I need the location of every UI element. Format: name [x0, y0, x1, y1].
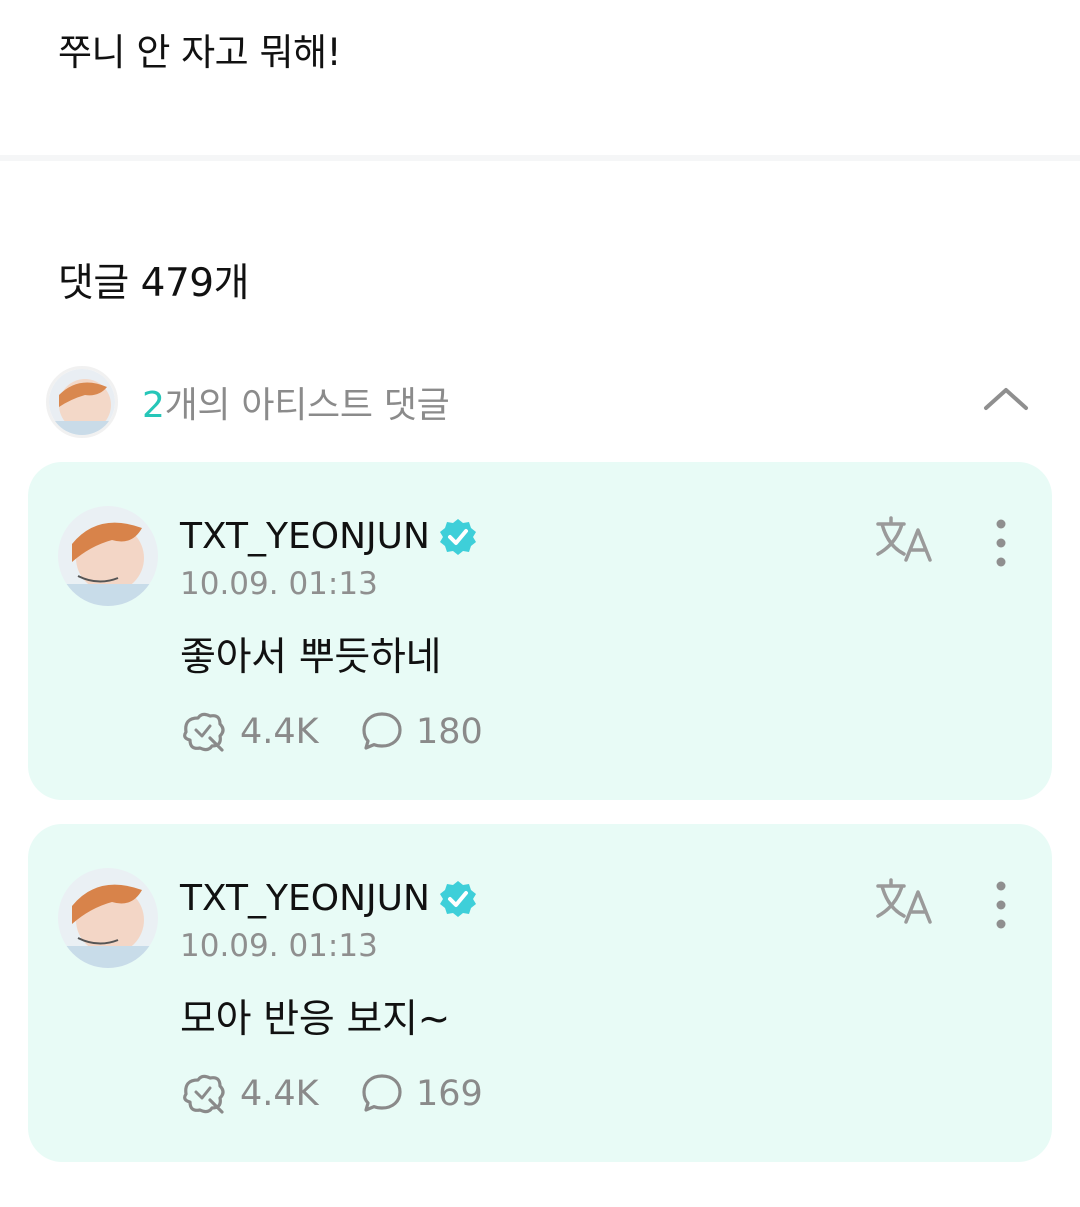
more-options-button[interactable] [986, 518, 1016, 568]
chevron-up-icon [984, 388, 1028, 410]
section-divider [0, 155, 1080, 161]
reply-count: 180 [416, 712, 483, 752]
like-count: 4.4K [240, 712, 319, 752]
like-count: 4.4K [240, 1074, 319, 1114]
speech-bubble-icon [362, 1074, 402, 1112]
reply-count: 169 [416, 1074, 483, 1114]
reply-button[interactable]: 180 [360, 710, 483, 754]
verified-badge-icon [439, 880, 476, 917]
like-button[interactable]: 4.4K [180, 710, 319, 754]
cheer-icon [183, 712, 225, 752]
translate-icon [876, 516, 932, 562]
like-button[interactable]: 4.4K [180, 1072, 319, 1116]
reply-button[interactable]: 169 [360, 1072, 483, 1116]
cheer-icon [183, 1074, 225, 1114]
artist-comments-count: 2 [142, 385, 165, 426]
more-vertical-icon [996, 519, 1006, 567]
more-options-button[interactable] [986, 880, 1016, 930]
comment-text: 모아 반응 보지~ [180, 997, 451, 1042]
artist-comments-label: 2개의 아티스트 댓글 [142, 376, 450, 428]
author-name[interactable]: TXT_YEONJUN [180, 516, 430, 557]
translate-button[interactable] [874, 516, 934, 564]
collapse-button[interactable] [982, 378, 1030, 418]
avatar[interactable] [58, 868, 158, 968]
artist-avatar [46, 366, 118, 438]
translate-icon [876, 878, 932, 924]
comment-timestamp: 10.09. 01:13 [180, 566, 378, 602]
comment-text: 좋아서 뿌듯하네 [180, 635, 442, 680]
artist-comments-suffix: 개의 아티스트 댓글 [164, 385, 450, 426]
more-vertical-icon [996, 881, 1006, 929]
artist-comment-card: TXT_YEONJUN 10.09. 01:13 좋아서 뿌듯하네 4.4K 1… [28, 462, 1052, 800]
post-text: 쭈니 안 자고 뭐해! [58, 31, 341, 74]
verified-badge-icon [439, 518, 476, 555]
author-row: TXT_YEONJUN [180, 878, 478, 919]
translate-button[interactable] [874, 878, 934, 926]
comment-timestamp: 10.09. 01:13 [180, 928, 378, 964]
avatar[interactable] [58, 506, 158, 606]
author-name[interactable]: TXT_YEONJUN [180, 878, 430, 919]
speech-bubble-icon [362, 712, 402, 750]
author-row: TXT_YEONJUN [180, 516, 478, 557]
comments-count: 댓글 479개 [58, 261, 249, 306]
artist-comments-header[interactable]: 2개의 아티스트 댓글 [46, 362, 1046, 438]
artist-comment-card: TXT_YEONJUN 10.09. 01:13 모아 반응 보지~ 4.4K [28, 824, 1052, 1162]
